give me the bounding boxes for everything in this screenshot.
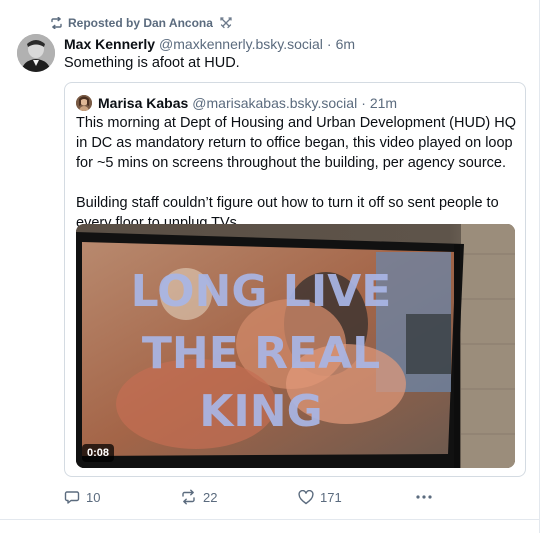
post-header: Max Kennerly @maxkennerly.bsky.social · …: [64, 35, 355, 53]
reply-icon: [64, 489, 80, 505]
video-overlay-text: THE REAL: [142, 328, 380, 379]
post-timestamp[interactable]: 6m: [336, 36, 355, 52]
video-duration: 0:08: [82, 444, 115, 462]
post-actions: 10 22 171: [64, 487, 444, 507]
author-handle[interactable]: @maxkennerly.bsky.social: [159, 36, 323, 52]
quoted-text-line: This morning at Dept of Housing and Urba…: [76, 115, 517, 131]
video-thumbnail: LONG LIVE THE REAL KING: [76, 224, 515, 468]
separator-dot: ·: [361, 95, 366, 111]
feed-post[interactable]: Reposted by Dan Ancona Max Kennerly @max…: [0, 0, 539, 519]
quoted-text-line: in DC as mandatory return to office bega…: [76, 135, 513, 151]
video-overlay-text: LONG LIVE: [131, 266, 392, 317]
repost-indicator[interactable]: Reposted by Dan Ancona: [50, 15, 232, 31]
quoted-post-timestamp[interactable]: 21m: [370, 95, 397, 111]
repost-icon: [50, 17, 63, 29]
like-button[interactable]: 171: [298, 487, 342, 507]
video-player[interactable]: LONG LIVE THE REAL KING 0:08: [76, 224, 515, 468]
quoted-text-line: Building staff couldn’t figure out how t…: [76, 195, 499, 211]
quoted-author-display-name[interactable]: Marisa Kabas: [98, 95, 188, 111]
heart-icon: [298, 489, 314, 505]
quoted-post[interactable]: Marisa Kabas @marisakabas.bsky.social · …: [64, 82, 526, 477]
feed-right-border: [539, 0, 540, 533]
author-avatar[interactable]: [17, 34, 55, 72]
quoted-post-text: This morning at Dept of Housing and Urba…: [76, 113, 516, 233]
crossed-swords-icon: [220, 17, 232, 29]
repost-icon: [180, 489, 197, 505]
quoted-author-handle[interactable]: @marisakabas.bsky.social: [192, 95, 357, 111]
video-overlay-text: KING: [199, 386, 322, 437]
more-options-button[interactable]: [416, 487, 432, 507]
feed: Reposted by Dan Ancona Max Kennerly @max…: [0, 0, 551, 533]
post-text: Something is afoot at HUD.: [64, 55, 240, 71]
quoted-post-header: Marisa Kabas @marisakabas.bsky.social · …: [98, 94, 397, 112]
reply-count: 10: [86, 489, 101, 505]
quoted-text-line: for ~5 mins on screens throughout the bu…: [76, 155, 507, 171]
repost-button[interactable]: 22: [180, 487, 217, 507]
repost-label: Reposted by Dan Ancona: [68, 16, 213, 30]
repost-count: 22: [203, 489, 218, 505]
separator-dot: ·: [326, 36, 332, 52]
author-display-name[interactable]: Max Kennerly: [64, 36, 155, 52]
post-divider: [0, 519, 539, 520]
more-options-icon: [416, 494, 432, 500]
like-count: 171: [320, 489, 342, 505]
reply-button[interactable]: 10: [64, 487, 100, 507]
quoted-author-avatar[interactable]: [76, 95, 92, 111]
quoted-text-blank-line: [76, 173, 516, 193]
